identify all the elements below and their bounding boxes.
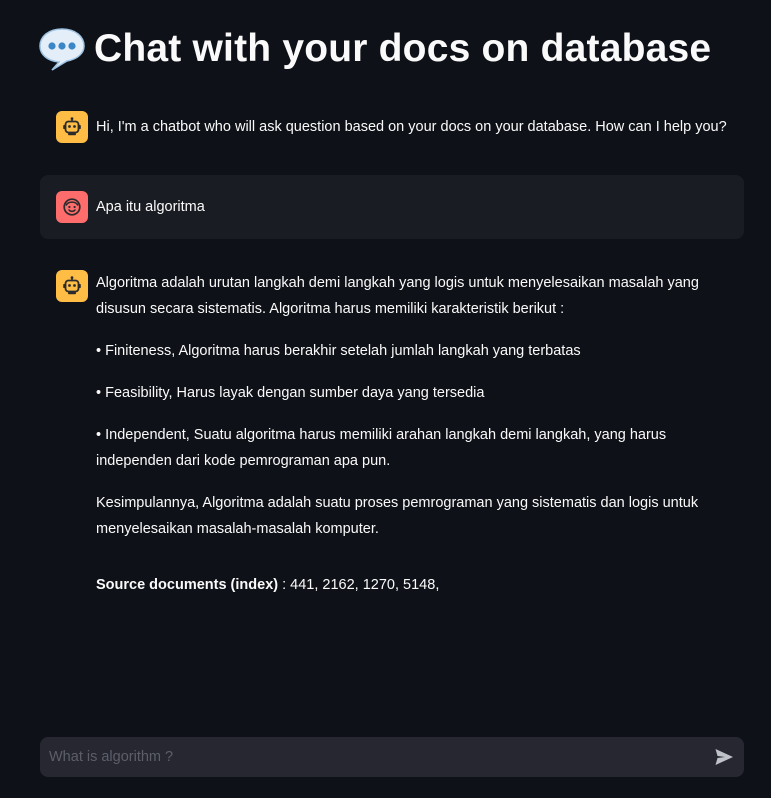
robot-icon xyxy=(56,111,88,143)
chat-input[interactable] xyxy=(40,737,700,777)
robot-icon xyxy=(56,270,88,302)
message-bullet: • Feasibility, Harus layak dengan sumber… xyxy=(96,385,485,401)
message-paragraph: Hi, I'm a chatbot who will ask question … xyxy=(96,119,727,135)
smiley-face-icon xyxy=(56,191,88,223)
message-text: Hi, I'm a chatbot who will ask question … xyxy=(96,114,744,140)
send-arrow-icon xyxy=(715,749,733,765)
speech-balloon-icon xyxy=(38,26,86,72)
message-paragraph: Kesimpulannya, Algoritma adalah suatu pr… xyxy=(96,495,699,537)
message-text: Apa itu algoritma xyxy=(96,191,744,223)
message-text: Algoritma adalah urutan langkah demi lan… xyxy=(96,270,744,598)
source-documents-values: : 441, 2162, 1270, 5148, xyxy=(278,577,440,593)
send-button[interactable] xyxy=(712,745,736,769)
page-title-text: Chat with your docs on database xyxy=(94,27,712,70)
chat-message-user: Apa itu algoritma xyxy=(40,175,744,239)
chat-page: Chat with your docs on database Hi, I'm … xyxy=(0,0,771,798)
chat-input-box xyxy=(40,737,744,777)
chat-message-assistant: Hi, I'm a chatbot who will ask question … xyxy=(40,111,744,143)
message-bullet: • Finiteness, Algoritma harus berakhir s… xyxy=(96,343,581,359)
chat-message-assistant: Algoritma adalah urutan langkah demi lan… xyxy=(40,270,744,598)
source-documents-line: Source documents (index) : 441, 2162, 12… xyxy=(96,572,744,598)
page-title: Chat with your docs on database xyxy=(38,26,711,72)
message-paragraph: Algoritma adalah urutan langkah demi lan… xyxy=(96,275,699,317)
message-bullet: • Independent, Suatu algoritma harus mem… xyxy=(96,427,667,469)
message-paragraph: Apa itu algoritma xyxy=(96,199,205,215)
source-documents-label: Source documents (index) xyxy=(96,577,279,593)
